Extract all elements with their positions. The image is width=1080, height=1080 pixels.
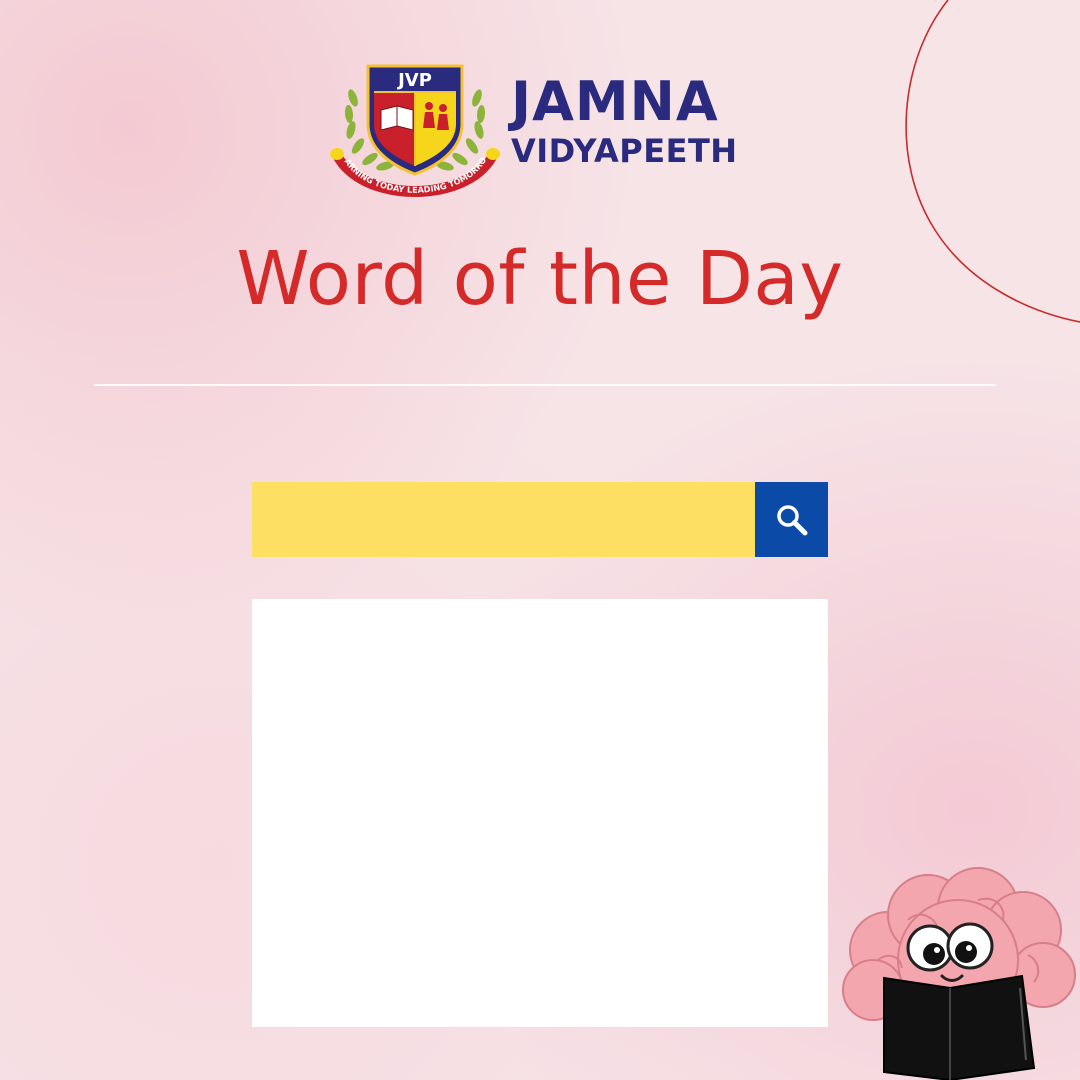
school-logo-emblem: JVP LEARNING TODAY LEADING TOMORROW xyxy=(325,58,500,197)
school-name: JAMNA VIDYAPEETH xyxy=(511,70,738,170)
search-button[interactable] xyxy=(755,482,828,557)
school-name-line2: VIDYAPEETH xyxy=(511,132,738,170)
emblem-text: JVP xyxy=(396,70,432,91)
title-divider xyxy=(94,384,996,386)
page-title: Word of the Day xyxy=(236,236,844,322)
school-header: JVP LEARNING TODAY LEADING TOMORROW JAMN… xyxy=(325,58,755,203)
word-content-box xyxy=(252,599,828,1027)
search-icon xyxy=(776,504,807,535)
search-bar xyxy=(252,482,828,557)
school-name-line1: JAMNA xyxy=(511,70,719,133)
brain-reading-book-icon xyxy=(842,867,1076,1080)
search-input[interactable] xyxy=(252,482,755,557)
